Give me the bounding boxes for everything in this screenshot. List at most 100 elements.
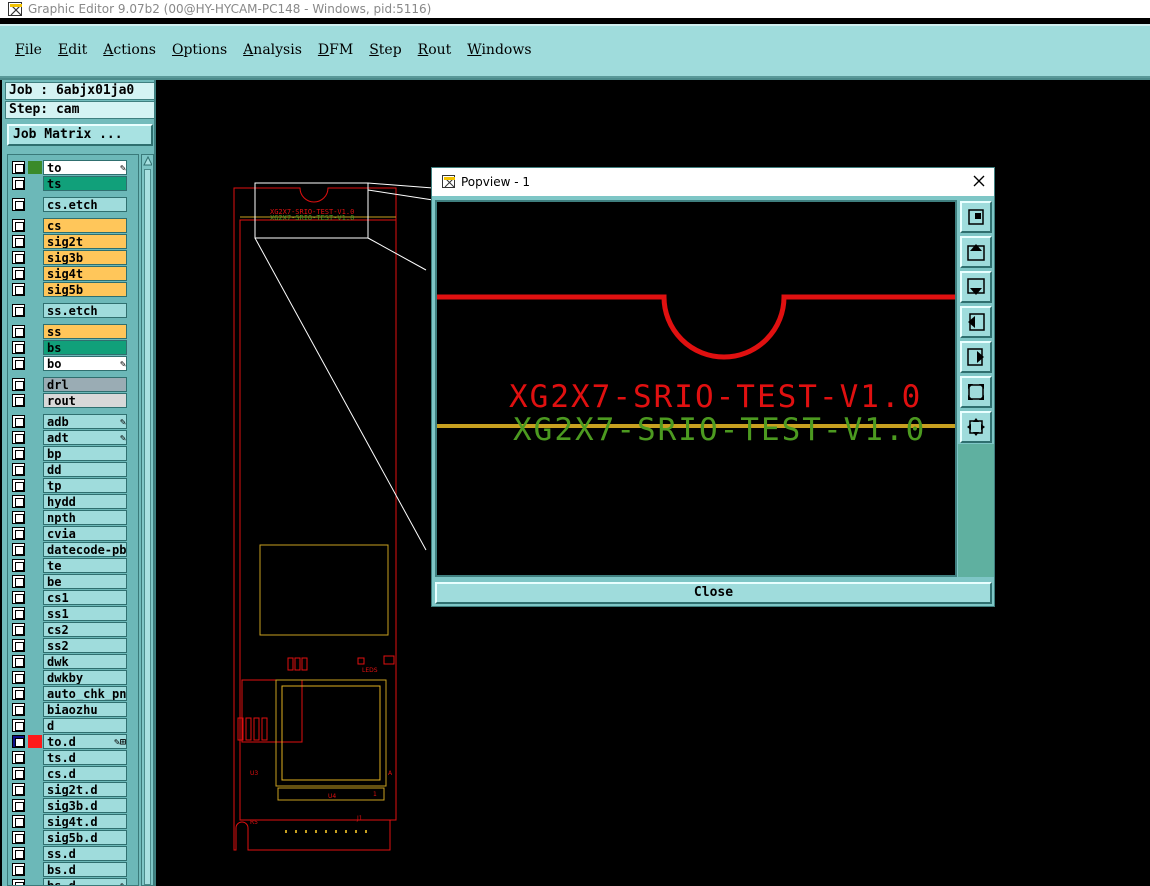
- pan-down-icon[interactable]: [960, 271, 992, 303]
- layer-name[interactable]: be: [43, 574, 127, 589]
- close-icon[interactable]: [970, 172, 988, 190]
- layer-checkbox[interactable]: [12, 735, 25, 748]
- layer-checkbox[interactable]: [12, 431, 25, 444]
- layer-checkbox[interactable]: [12, 463, 25, 476]
- layer-name[interactable]: ss.etch: [43, 303, 127, 318]
- layer-checkbox[interactable]: [12, 219, 25, 232]
- layer-checkbox[interactable]: [12, 815, 25, 828]
- layer-checkbox[interactable]: [12, 283, 25, 296]
- layer-checkbox[interactable]: [12, 719, 25, 732]
- layer-checkbox[interactable]: [12, 177, 25, 190]
- layer-checkbox[interactable]: [12, 591, 25, 604]
- layer-name[interactable]: dwkby: [43, 670, 127, 685]
- layer-row-sig2t-d[interactable]: sig2t.d: [10, 782, 136, 797]
- layer-row-dwk[interactable]: dwk: [10, 654, 136, 669]
- layer-checkbox[interactable]: [12, 161, 25, 174]
- layer-name[interactable]: cs.d: [43, 766, 127, 781]
- layer-name[interactable]: ts: [43, 176, 127, 191]
- layer-checkbox[interactable]: [12, 378, 25, 391]
- layer-name[interactable]: drl: [43, 377, 127, 392]
- layer-name[interactable]: bp: [43, 446, 127, 461]
- layer-name[interactable]: sig5b.d: [43, 830, 127, 845]
- layer-name[interactable]: dd: [43, 462, 127, 477]
- pan-left-icon[interactable]: [960, 306, 992, 338]
- layer-checkbox[interactable]: [12, 235, 25, 248]
- layer-row-drl[interactable]: drl: [10, 377, 136, 392]
- layer-row-bs-d[interactable]: bs.d: [10, 862, 136, 877]
- zoom-home-icon[interactable]: [960, 201, 992, 233]
- layer-name[interactable]: sig2t: [43, 234, 127, 249]
- layer-checkbox[interactable]: [12, 687, 25, 700]
- layer-checkbox[interactable]: [12, 575, 25, 588]
- layer-name[interactable]: bs.d: [43, 862, 127, 877]
- layer-name[interactable]: ss.d: [43, 846, 127, 861]
- layer-row-sig5b-d[interactable]: sig5b.d: [10, 830, 136, 845]
- menu-dfm[interactable]: DFM: [318, 42, 353, 58]
- layer-name[interactable]: npth: [43, 510, 127, 525]
- layer-name[interactable]: cvia: [43, 526, 127, 541]
- layer-name[interactable]: datecode-pbe: [43, 542, 127, 557]
- layer-name[interactable]: sig4t: [43, 266, 127, 281]
- layer-checkbox[interactable]: [12, 799, 25, 812]
- layer-checkbox[interactable]: [12, 495, 25, 508]
- layer-row-adb[interactable]: adb ✎: [10, 414, 136, 429]
- layer-row-be[interactable]: be: [10, 574, 136, 589]
- layer-name[interactable]: d: [43, 718, 127, 733]
- layer-checkbox[interactable]: [12, 847, 25, 860]
- layer-row-to[interactable]: to ✎: [10, 160, 136, 175]
- layer-row-sig4t-d[interactable]: sig4t.d: [10, 814, 136, 829]
- layer-row-to-d[interactable]: to.d ✎⊞: [10, 734, 136, 749]
- layer-row-te[interactable]: te: [10, 558, 136, 573]
- layer-name[interactable]: te: [43, 558, 127, 573]
- layer-row-sig2t[interactable]: sig2t: [10, 234, 136, 249]
- layer-checkbox[interactable]: [12, 198, 25, 211]
- layer-row-cs2[interactable]: cs2: [10, 622, 136, 637]
- layer-checkbox[interactable]: [12, 357, 25, 370]
- layer-name[interactable]: sig2t.d: [43, 782, 127, 797]
- layer-name[interactable]: sig5b: [43, 282, 127, 297]
- layer-row-cs[interactable]: cs: [10, 218, 136, 233]
- layer-row-ts-d[interactable]: ts.d: [10, 750, 136, 765]
- close-button[interactable]: Close: [435, 582, 992, 604]
- layer-checkbox[interactable]: [12, 527, 25, 540]
- layer-checkbox[interactable]: [12, 341, 25, 354]
- zoom-center-icon[interactable]: [960, 411, 992, 443]
- menu-windows[interactable]: Windows: [467, 42, 531, 58]
- layer-row-bs[interactable]: bs: [10, 340, 136, 355]
- pan-right-icon[interactable]: [960, 341, 992, 373]
- layer-checkbox[interactable]: [12, 639, 25, 652]
- layer-row-sig4t[interactable]: sig4t: [10, 266, 136, 281]
- layer-color-swatch[interactable]: [28, 161, 42, 174]
- layer-name[interactable]: biaozhu: [43, 702, 127, 717]
- layer-checkbox[interactable]: [12, 863, 25, 876]
- layer-checkbox[interactable]: [12, 655, 25, 668]
- layer-checkbox[interactable]: [12, 394, 25, 407]
- layer-row-bp[interactable]: bp: [10, 446, 136, 461]
- layer-name[interactable]: auto_chk_pn: [43, 686, 127, 701]
- layer-name[interactable]: sig3b.d: [43, 798, 127, 813]
- layer-row-cvia[interactable]: cvia: [10, 526, 136, 541]
- layer-checkbox[interactable]: [12, 623, 25, 636]
- layer-name[interactable]: bo ✎: [43, 356, 127, 371]
- layer-checkbox[interactable]: [12, 447, 25, 460]
- layer-row-ss[interactable]: ss: [10, 324, 136, 339]
- popview-canvas[interactable]: XG2X7-SRIO-TEST-V1.0 XG2X7-SRIO-TEST-V1.…: [435, 200, 957, 577]
- layer-name[interactable]: ts.d: [43, 750, 127, 765]
- layer-name[interactable]: bs.d✎: [43, 878, 127, 885]
- layer-checkbox[interactable]: [12, 511, 25, 524]
- layer-row-auto-chk-pn[interactable]: auto_chk_pn: [10, 686, 136, 701]
- layer-row-npth[interactable]: npth: [10, 510, 136, 525]
- layer-name[interactable]: cs.etch: [43, 197, 127, 212]
- layer-row-sig3b-d[interactable]: sig3b.d: [10, 798, 136, 813]
- layer-row-biaozhu[interactable]: biaozhu: [10, 702, 136, 717]
- menu-actions[interactable]: Actions: [103, 42, 156, 58]
- layer-name[interactable]: tp: [43, 478, 127, 493]
- layer-checkbox[interactable]: [12, 703, 25, 716]
- layer-name[interactable]: hydd: [43, 494, 127, 509]
- layer-checkbox[interactable]: [12, 783, 25, 796]
- layer-row-dwkby[interactable]: dwkby: [10, 670, 136, 685]
- layer-row-ss1[interactable]: ss1: [10, 606, 136, 621]
- layer-checkbox[interactable]: [12, 831, 25, 844]
- zoom-fit-icon[interactable]: [960, 376, 992, 408]
- layer-name[interactable]: adb ✎: [43, 414, 127, 429]
